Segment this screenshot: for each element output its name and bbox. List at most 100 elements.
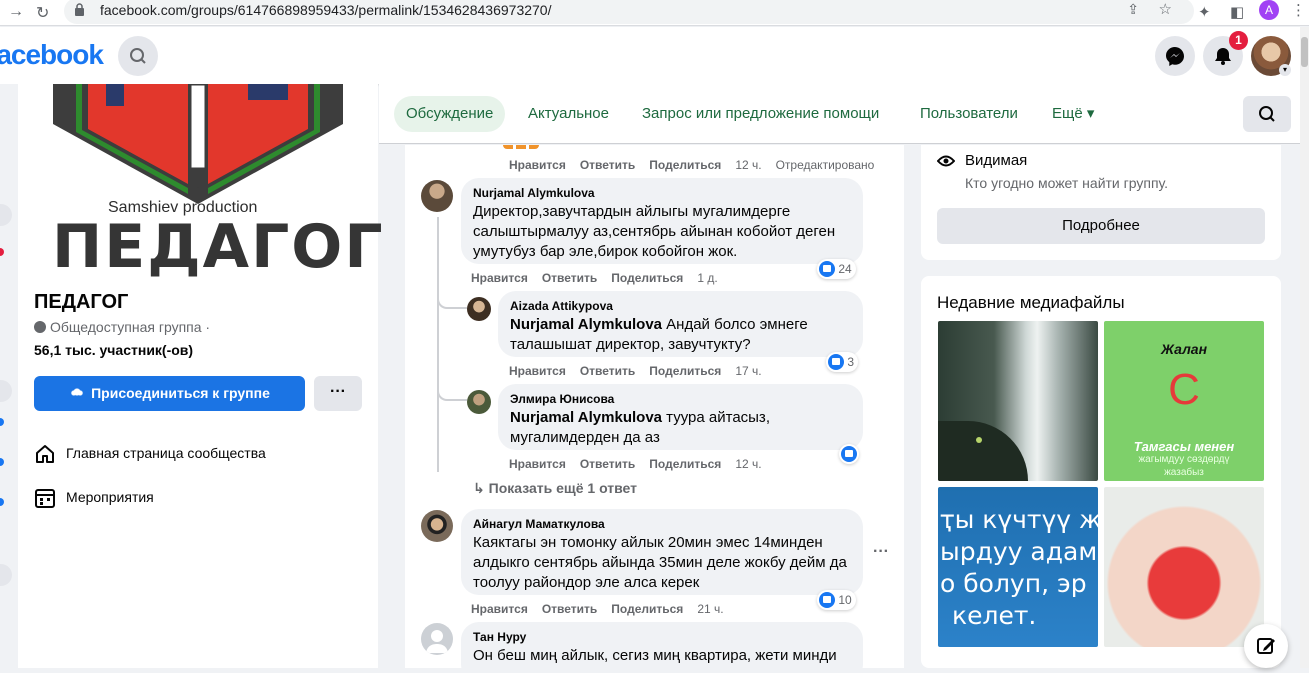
details-button[interactable]: Подробнее <box>937 208 1265 244</box>
reply-actions: Нравится Ответить Поделиться 17 ч. <box>509 364 776 378</box>
bookmark-star-icon[interactable]: ☆ <box>1159 0 1172 18</box>
text-card-line: келет. <box>952 601 1037 630</box>
media-thumbnail-waterfall[interactable] <box>938 321 1098 481</box>
share-icon[interactable]: ⇪ <box>1127 1 1139 18</box>
like-icon <box>828 353 844 370</box>
comment-avatar[interactable] <box>421 510 453 542</box>
about-card: Видимая Кто угодно может найти группу. П… <box>921 145 1281 260</box>
tab-discussion[interactable]: Обсуждение <box>394 96 506 132</box>
messenger-button[interactable] <box>1155 36 1195 76</box>
share-link[interactable]: Поделиться <box>649 158 721 172</box>
tab-help-requests[interactable]: Запрос или предложение помощи <box>630 96 891 132</box>
eye-icon <box>937 155 955 167</box>
reply-link[interactable]: Ответить <box>542 602 597 616</box>
browser-profile-avatar[interactable]: A <box>1259 0 1279 20</box>
notification-badge: 1 <box>1229 31 1248 50</box>
reaction-count[interactable] <box>839 444 859 464</box>
mention-link[interactable]: Nurjamal Alymkulova <box>510 316 662 333</box>
comment-bubble: Nurjamal Alymkulova Директор,завучтардын… <box>461 178 863 264</box>
comment-text: Он беш миң айлык, сегиз миң квартира, же… <box>473 647 837 664</box>
comment-options-button[interactable]: ··· <box>873 543 889 561</box>
search-icon <box>130 48 146 64</box>
facebook-header: facebook 1 ▾ <box>0 27 1300 84</box>
timestamp[interactable]: 21 ч. <box>697 602 723 616</box>
reaction-count[interactable]: 10 <box>817 590 856 610</box>
share-link[interactable]: Поделиться <box>611 271 683 285</box>
reply-link[interactable]: Ответить <box>580 364 635 378</box>
comment-bubble: Айнагул Маматкулова Каяктагы эн томонку … <box>461 509 863 595</box>
side-panel-icon[interactable]: ◧ <box>1230 3 1244 21</box>
comment-avatar[interactable] <box>421 623 453 655</box>
page-scrollbar[interactable] <box>1300 27 1309 668</box>
home-icon <box>36 445 54 463</box>
timestamp[interactable]: 12 ч. <box>735 457 761 471</box>
timestamp[interactable]: 17 ч. <box>735 364 761 378</box>
like-link[interactable]: Нравится <box>509 457 566 471</box>
text-card-line: ырдуу адам <box>940 537 1098 566</box>
group-name[interactable]: ПЕДАГОГ <box>34 291 128 314</box>
facebook-logo[interactable]: facebook <box>0 39 104 71</box>
letter-card-letter: С <box>1168 365 1200 414</box>
show-more-replies[interactable]: ↳ Показать ещё 1 ответ <box>473 480 637 497</box>
like-link[interactable]: Нравится <box>509 158 566 172</box>
share-link[interactable]: Поделиться <box>649 364 721 378</box>
group-more-button[interactable]: ··· <box>314 376 362 411</box>
mention-link[interactable]: Nurjamal Alymkulova <box>510 409 662 426</box>
new-message-button[interactable] <box>1244 624 1288 668</box>
like-icon <box>819 591 835 608</box>
extensions-icon[interactable]: ✦ <box>1198 3 1211 21</box>
comment-author[interactable]: Тан Нуру <box>473 630 851 644</box>
media-thumbnail-heart-photo[interactable] <box>1104 487 1264 647</box>
cover-title: ПЕДАГОГ <box>52 212 385 282</box>
media-thumbnail-letter-card[interactable]: Жалан С Тамгасы менен жагымдуу сөздөрдү … <box>1104 321 1264 481</box>
reply-link[interactable]: Ответить <box>580 158 635 172</box>
comment-text: Каяктагы эн томонку айлык 20мин эмес 14м… <box>473 534 847 591</box>
reply-link[interactable]: Ответить <box>580 457 635 471</box>
edited-label: Отредактировано <box>775 158 875 172</box>
reply-author[interactable]: Элмира Юнисова <box>510 392 851 406</box>
reply-avatar[interactable] <box>467 297 491 321</box>
reaction-count[interactable]: 24 <box>817 259 856 279</box>
reload-icon[interactable]: ↻ <box>36 3 49 23</box>
like-link[interactable]: Нравится <box>471 271 528 285</box>
group-tab-bar: Обсуждение Актуальное Запрос или предлож… <box>379 84 1300 144</box>
group-privacy-text: Общедоступная группа · <box>50 319 211 335</box>
reply-author[interactable]: Aizada Attikypova <box>510 299 851 313</box>
compose-icon <box>1257 638 1275 654</box>
media-thumbnail-text-card[interactable]: ҭы күчтүү ж ырдуу адам о болуп, эр келет… <box>938 487 1098 647</box>
tab-featured[interactable]: Актуальное <box>516 96 621 132</box>
comment-avatar[interactable] <box>421 180 453 212</box>
comment-author[interactable]: Nurjamal Alymkulova <box>473 186 851 200</box>
recent-media-card: Недавние медиафайлы Жалан С Тамгасы мене… <box>921 276 1281 668</box>
join-group-button[interactable]: Присоединиться к группе <box>34 376 305 411</box>
address-bar[interactable]: facebook.com/groups/614766898959433/perm… <box>64 0 1194 24</box>
text-card-line: ҭы күчтүү ж <box>940 505 1098 534</box>
reply-avatar[interactable] <box>467 390 491 414</box>
tab-more[interactable]: Ещё ▾ <box>1040 96 1106 132</box>
forward-icon[interactable]: → <box>8 3 24 21</box>
share-link[interactable]: Поделиться <box>649 457 721 471</box>
comment-text: Директор,завучтардын айлыгы мугалимдерге… <box>473 203 836 260</box>
reaction-count[interactable]: 3 <box>826 352 859 372</box>
reply-link[interactable]: Ответить <box>542 271 597 285</box>
like-icon <box>819 260 835 277</box>
sidebar-item-label: Главная страница сообщества <box>66 445 266 461</box>
reply-connector <box>437 295 467 309</box>
share-link[interactable]: Поделиться <box>611 602 683 616</box>
join-group-icon <box>69 388 86 398</box>
account-chevron-icon[interactable]: ▾ <box>1279 64 1291 76</box>
tab-members[interactable]: Пользователи <box>908 96 1030 132</box>
group-members[interactable]: 56,1 тыс. участник(-ов) <box>34 342 193 358</box>
comment-author[interactable]: Айнагул Маматкулова <box>473 517 851 531</box>
browser-menu-icon[interactable]: ⋮ <box>1291 1 1306 19</box>
timestamp[interactable]: 1 д. <box>697 271 717 285</box>
reaction-number: 3 <box>847 355 855 369</box>
visibility-description: Кто угодно может найти группу. <box>965 175 1169 191</box>
group-search-button[interactable] <box>1243 96 1291 132</box>
reply-thread-line <box>437 217 439 472</box>
like-link[interactable]: Нравится <box>509 364 566 378</box>
search-button[interactable] <box>118 36 158 76</box>
like-link[interactable]: Нравится <box>471 602 528 616</box>
comment-actions: Нравится Ответить Поделиться 21 ч. <box>471 602 738 616</box>
timestamp[interactable]: 12 ч. <box>735 158 761 172</box>
